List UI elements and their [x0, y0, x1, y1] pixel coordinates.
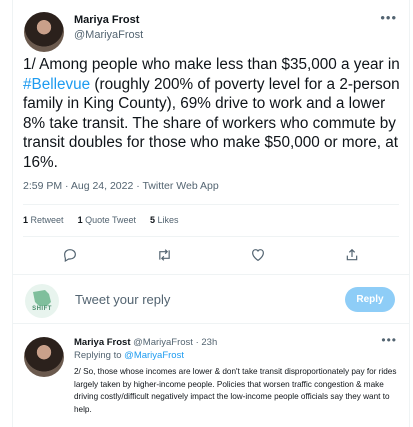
shift-logo-text: SHIFT	[32, 306, 52, 312]
reply-composer: SHIFT Tweet your reply Reply	[13, 274, 409, 324]
reply-button[interactable]: Reply	[345, 287, 395, 312]
reply-tweet[interactable]: Mariya Frost @MariyaFrost · 23h ••• Repl…	[13, 325, 409, 427]
quotes-label: Quote Tweet	[85, 215, 136, 225]
tweet-timestamp[interactable]: 2:59 PM · Aug 24, 2022 · Twitter Web App	[23, 180, 219, 192]
tweet-text: 1/ Among people who make less than $35,0…	[23, 55, 403, 173]
divider	[23, 204, 399, 205]
likes-count: 5	[149, 215, 155, 225]
more-options-icon[interactable]: •••	[381, 333, 397, 347]
divider	[23, 236, 399, 237]
reply-text: 2/ So, those whose incomes are lower & d…	[74, 367, 397, 414]
quotes-stat[interactable]: 1 Quote Tweet	[78, 215, 136, 225]
quotes-count: 1	[77, 215, 83, 225]
share-icon[interactable]	[342, 245, 362, 265]
shift-logo	[25, 284, 59, 318]
reply-icon[interactable]	[60, 245, 80, 265]
more-options-icon[interactable]: •••	[380, 10, 397, 25]
retweet-icon[interactable]	[154, 245, 174, 265]
replying-to: Replying to @MariyaFrost	[74, 350, 184, 361]
retweets-stat[interactable]: 1 Retweet	[23, 215, 64, 225]
like-icon[interactable]	[248, 245, 268, 265]
replying-prefix: Replying to	[74, 350, 125, 361]
reply-author-handle[interactable]: @MariyaFrost	[133, 337, 193, 348]
reply-time[interactable]: 23h	[201, 337, 217, 348]
action-bar	[23, 244, 399, 266]
likes-label: Likes	[157, 215, 179, 225]
tweet-stats: 1 Retweet 1 Quote Tweet 5 Likes	[23, 215, 179, 225]
hashtag-link[interactable]: #Bellevue	[23, 76, 90, 93]
tweet-text-part1: 1/ Among people who make less than $35,0…	[23, 56, 400, 73]
author-handle[interactable]: @MariyaFrost	[74, 29, 143, 41]
reply-input[interactable]: Tweet your reply	[75, 292, 170, 307]
likes-stat[interactable]: 5 Likes	[150, 215, 179, 225]
avatar[interactable]	[24, 337, 64, 377]
tweet-thread: Mariya Frost @MariyaFrost ••• 1/ Among p…	[12, 0, 410, 427]
avatar[interactable]	[24, 12, 64, 52]
reply-author-name[interactable]: Mariya Frost	[74, 337, 131, 348]
retweets-count: 1	[23, 215, 29, 225]
retweets-label: Retweet	[30, 215, 64, 225]
replying-to-link[interactable]: @MariyaFrost	[124, 350, 184, 361]
reply-header: Mariya Frost @MariyaFrost · 23h	[74, 337, 217, 348]
author-name[interactable]: Mariya Frost	[74, 14, 139, 26]
